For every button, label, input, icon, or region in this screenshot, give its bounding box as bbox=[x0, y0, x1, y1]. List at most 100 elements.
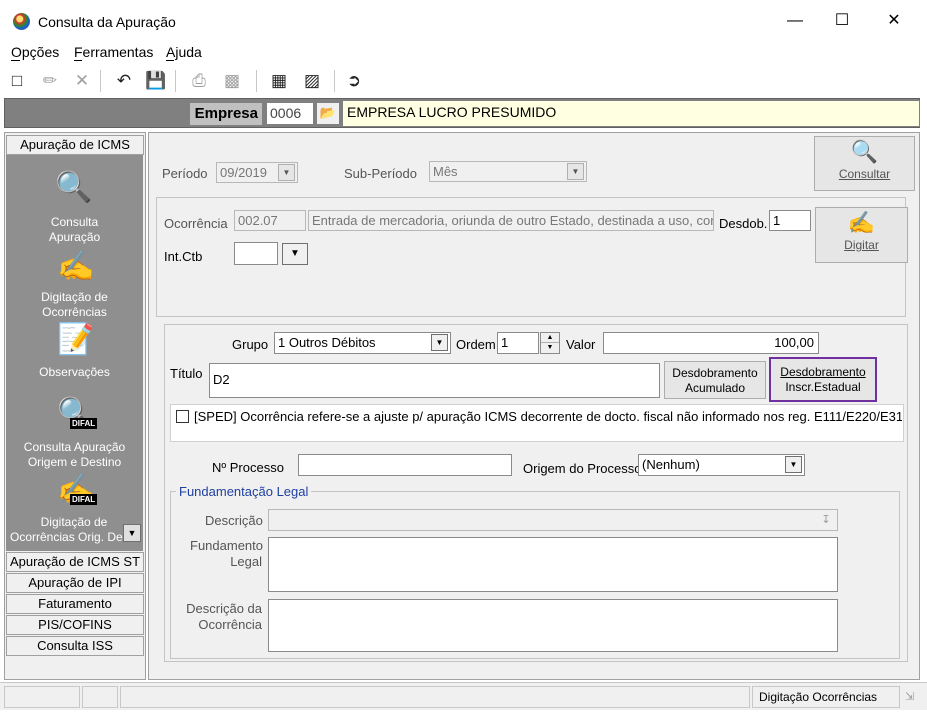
desdob-label: Desdob. bbox=[719, 216, 768, 231]
toolbar-separator bbox=[175, 70, 176, 92]
sidebar-item-observacoes[interactable]: Observações bbox=[6, 365, 143, 380]
toolbar-separator bbox=[100, 70, 101, 92]
menu-opcoes[interactable]: Opções bbox=[11, 44, 59, 60]
sidebar-item-consulta-apuracao[interactable]: Consulta Apuração bbox=[6, 215, 143, 245]
sidebar-item-label: Digitação de bbox=[41, 290, 108, 304]
sidebar-item-label: Digitação de bbox=[40, 515, 108, 529]
fundamento-legal-textarea[interactable] bbox=[268, 537, 838, 592]
exit-icon[interactable]: ➲ bbox=[342, 69, 366, 93]
menu-ferramentas-accel bbox=[74, 60, 82, 61]
empresa-code-field[interactable]: 0006 bbox=[266, 102, 314, 125]
sidebar-tab-ipi[interactable]: Apuração de IPI bbox=[6, 573, 144, 593]
sidebar-tab-icms-st[interactable]: Apuração de ICMS ST bbox=[6, 552, 144, 572]
notes-icon[interactable]: 📝 bbox=[56, 322, 96, 358]
digitar-button[interactable]: ✍ Digitar bbox=[815, 207, 908, 263]
menu-opcoes-label: Opções bbox=[11, 44, 60, 60]
fundamento-legal-label: Fundamento Legal bbox=[190, 538, 263, 570]
ocorrencia-label: Ocorrência bbox=[164, 216, 228, 231]
fundamento-label-1: Fundamento bbox=[190, 538, 263, 553]
nprocesso-field[interactable] bbox=[298, 454, 512, 476]
sidebar-tab-pis-cofins[interactable]: PIS/COFINS bbox=[6, 615, 144, 635]
intctb-select[interactable] bbox=[234, 242, 278, 265]
grupo-select[interactable]: 1 Outros Débitos bbox=[274, 332, 451, 354]
ordem-spinner[interactable]: ▲ ▼ bbox=[540, 332, 560, 354]
download-arrow-icon[interactable]: ↧ bbox=[817, 511, 835, 529]
chevron-down-icon[interactable]: ▼ bbox=[785, 456, 802, 473]
search-difal-icon[interactable]: 🔍 DIFAL bbox=[56, 396, 98, 432]
fundamento-label-2: Legal bbox=[230, 554, 262, 569]
chevron-down-icon[interactable]: ▼ bbox=[278, 164, 295, 181]
sped-checkbox[interactable] bbox=[176, 410, 189, 423]
difal-badge: DIFAL bbox=[70, 418, 98, 429]
sidebar-item-label: Apuração bbox=[48, 230, 101, 244]
periodo-label: Período bbox=[162, 166, 208, 181]
writing-icon[interactable]: ✍ bbox=[56, 249, 96, 285]
resize-grip-icon[interactable]: ⇲ bbox=[905, 690, 919, 704]
minimize-button[interactable]: — bbox=[775, 6, 815, 36]
titulo-label: Título bbox=[170, 366, 203, 381]
origem-select[interactable]: (Nenhum) bbox=[638, 454, 805, 476]
sidebar-item-consulta-origem-destino[interactable]: Consulta Apuração Origem e Destino bbox=[6, 440, 143, 470]
subperiodo-select[interactable]: Mês bbox=[429, 161, 587, 182]
writing-icon: ✍ bbox=[847, 210, 876, 235]
sidebar-tab-consulta-iss[interactable]: Consulta ISS bbox=[6, 636, 144, 656]
desdobramento-acumulado-button[interactable]: Desdobramento Acumulado bbox=[664, 361, 766, 399]
calculator-icon[interactable]: ▦ bbox=[267, 69, 291, 93]
fundamentacao-legend: Fundamentação Legal bbox=[176, 484, 312, 499]
writing-difal-icon[interactable]: ✍ DIFAL bbox=[56, 472, 98, 508]
descricao-ocorrencia-textarea[interactable] bbox=[268, 599, 838, 652]
ordem-field[interactable]: 1 bbox=[497, 332, 539, 354]
status-cell bbox=[120, 686, 750, 708]
spin-up-icon[interactable]: ▲ bbox=[541, 333, 559, 343]
menu-ferramentas[interactable]: Ferramentas bbox=[74, 44, 153, 60]
sidebar-tab-apuracao-icms[interactable]: Apuração de ICMS bbox=[6, 135, 144, 155]
undo-icon[interactable]: ↶ bbox=[112, 69, 136, 93]
descocorr-label-2: Ocorrência bbox=[198, 617, 262, 632]
chevron-down-icon[interactable]: ▼ bbox=[431, 334, 448, 351]
difal-icon[interactable]: ▨ bbox=[300, 69, 324, 93]
open-folder-icon[interactable]: 📂 bbox=[316, 102, 340, 125]
sidebar-scroll-down-button[interactable]: ▼ bbox=[123, 524, 141, 542]
print-preview-icon[interactable]: ▩ bbox=[220, 69, 244, 93]
descocorr-label-1: Descrição da bbox=[186, 601, 262, 616]
descricao-select[interactable] bbox=[268, 509, 838, 531]
sidebar-item-digitacao-ocorrencias[interactable]: Digitação de Ocorrências bbox=[6, 290, 143, 320]
print-icon[interactable]: ⎙ bbox=[187, 69, 211, 93]
intctb-label: Int.Ctb bbox=[164, 249, 203, 264]
sidebar-tab-faturamento[interactable]: Faturamento bbox=[6, 594, 144, 614]
desdobramento-inscr-estadual-button[interactable]: Desdobramento Inscr.Estadual bbox=[769, 357, 877, 402]
desdob-acum-label-1: Desdobramento bbox=[672, 366, 758, 380]
grupo-label: Grupo bbox=[232, 337, 269, 352]
delete-icon[interactable]: ✕ bbox=[70, 69, 94, 93]
maximize-button[interactable]: ☐ bbox=[822, 6, 862, 36]
desdob-inscr-label-2: Inscr.Estadual bbox=[785, 380, 861, 394]
origem-label: Origem do Processo bbox=[523, 461, 642, 476]
edit-icon[interactable]: ✏ bbox=[38, 69, 62, 93]
chevron-down-icon[interactable]: ▼ bbox=[567, 163, 584, 180]
sidebar-item-label: Ocorrências bbox=[42, 305, 107, 319]
desdob-field[interactable]: 1 bbox=[769, 210, 811, 231]
sidebar-item-label: Consulta Apuração bbox=[23, 440, 126, 454]
consultar-button[interactable]: 🔍 Consultar bbox=[814, 136, 915, 191]
toolbar-separator bbox=[334, 70, 335, 92]
search-screen-icon[interactable]: 🔍 bbox=[54, 170, 94, 206]
chevron-down-icon[interactable]: ▼ bbox=[282, 243, 308, 265]
desdob-acum-label-2: Acumulado bbox=[684, 381, 746, 395]
spin-down-icon[interactable]: ▼ bbox=[541, 343, 559, 353]
ordem-label: Ordem bbox=[456, 337, 496, 352]
valor-field[interactable]: 100,00 bbox=[603, 332, 819, 354]
save-icon[interactable]: 💾 bbox=[144, 69, 168, 93]
sidebar-item-digitacao-orig-dest[interactable]: Digitação de Ocorrências Orig. De bbox=[6, 515, 124, 545]
menu-ajuda-accel bbox=[166, 60, 174, 61]
ocorrencia-code-field[interactable]: 002.07 bbox=[234, 210, 306, 231]
difal-badge: DIFAL bbox=[70, 494, 98, 505]
close-button[interactable]: ✕ bbox=[874, 6, 914, 36]
menu-ajuda[interactable]: Ajuda bbox=[166, 44, 202, 60]
new-document-icon[interactable]: □ bbox=[5, 69, 29, 93]
descricao-label: Descrição bbox=[205, 513, 263, 528]
titulo-field[interactable]: D2 bbox=[209, 363, 660, 398]
menu-ajuda-label: Ajuda bbox=[166, 44, 202, 60]
status-cell bbox=[4, 686, 80, 708]
valor-label: Valor bbox=[566, 337, 596, 352]
search-screen-icon: 🔍 bbox=[850, 139, 879, 164]
